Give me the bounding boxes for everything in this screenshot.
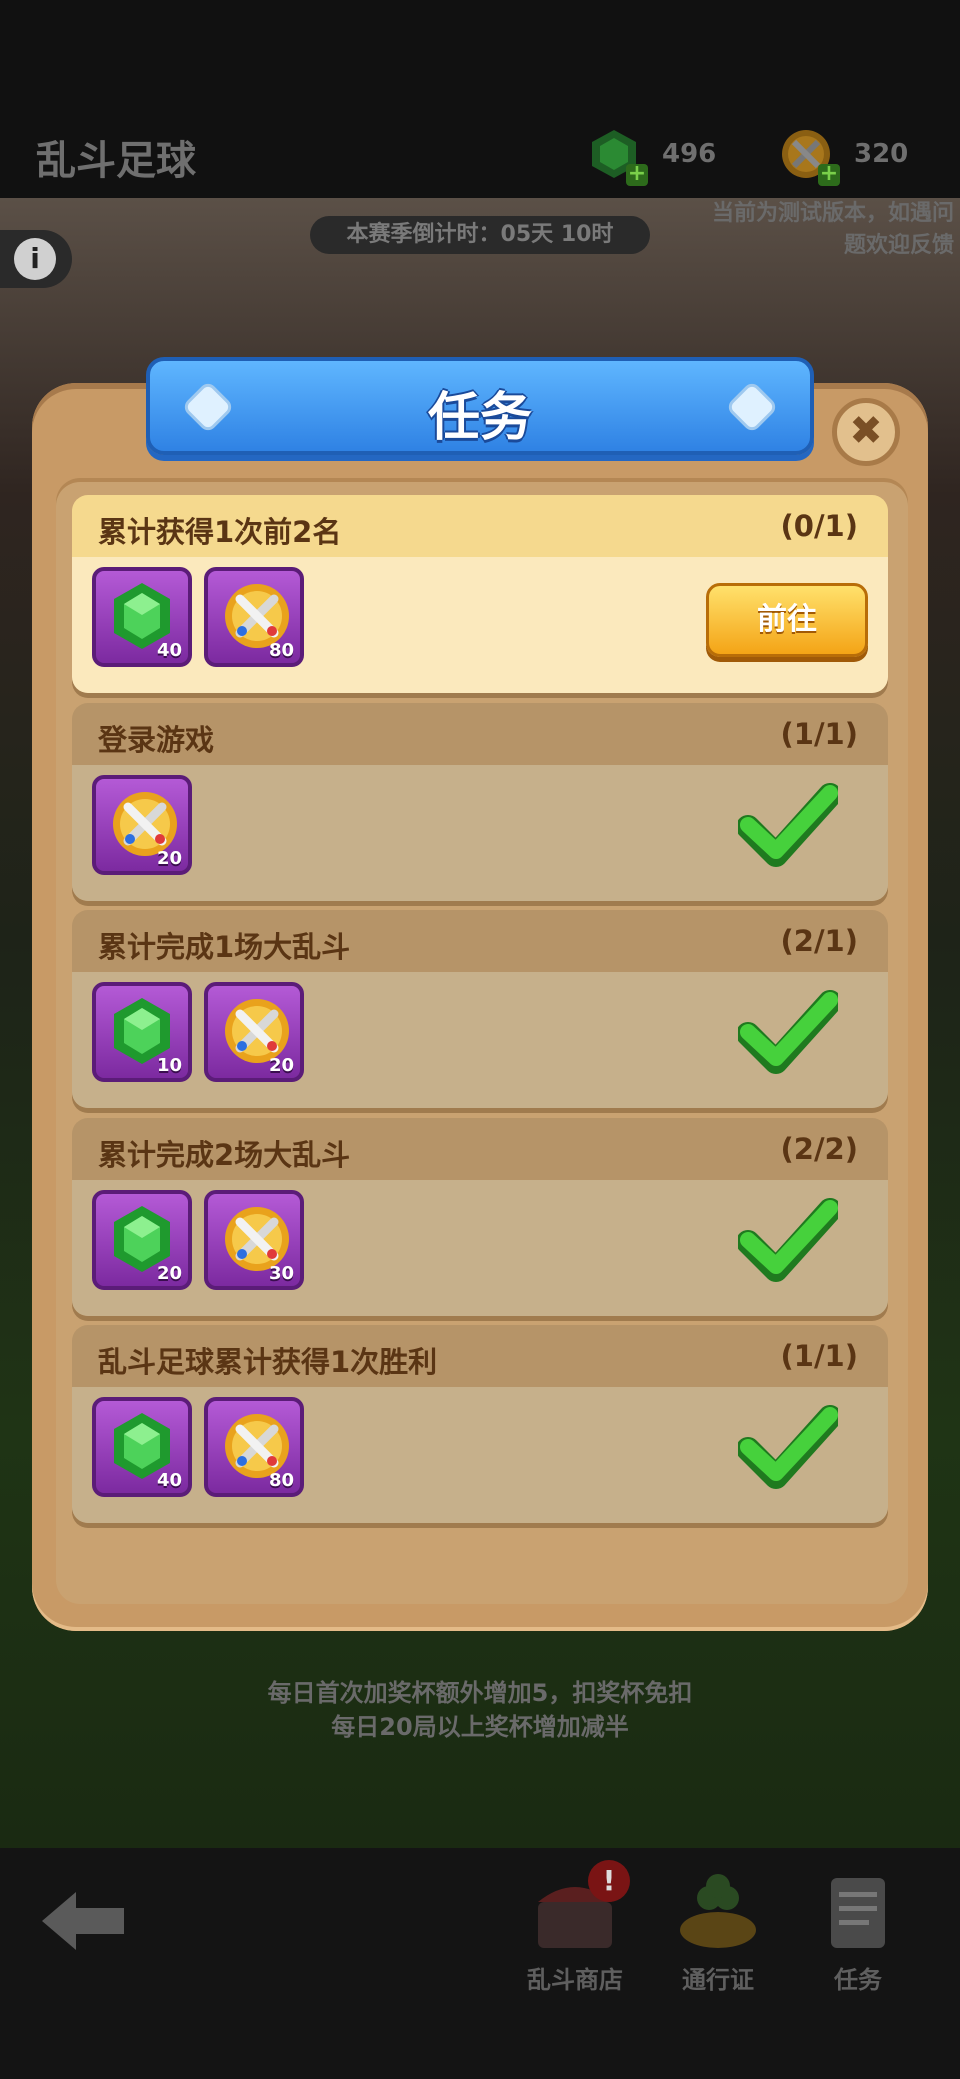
task-header: 登录游戏 (1/1): [72, 703, 888, 765]
task-rewards: 20 30: [72, 1180, 888, 1316]
season-countdown: 本赛季倒计时：05天 10时: [310, 216, 650, 254]
add-trophies-icon[interactable]: +: [818, 163, 840, 186]
task-clipboard-icon: [813, 1872, 903, 1952]
modal-title: 任务: [427, 388, 532, 448]
top-bar: 乱斗足球 + 496 + 320: [0, 0, 960, 198]
bonus-rule-1: 每日首次加奖杯额外增加5，扣奖杯免扣: [267, 1679, 693, 1707]
trophy-count: 320: [854, 139, 909, 169]
go-button[interactable]: 前往: [706, 583, 868, 657]
task-rewards: 40 80: [72, 1387, 888, 1523]
close-button[interactable]: ✖: [832, 398, 900, 466]
completed-check-icon: [736, 1405, 842, 1493]
task-progress: (0/1): [780, 509, 858, 543]
completed-check-icon: [736, 783, 842, 871]
task-card: 乱斗足球累计获得1次胜利 (1/1) 40 80: [72, 1325, 888, 1523]
test-version-note: 当前为测试版本，如遇问题欢迎反馈: [711, 201, 954, 258]
task-card: 登录游戏 (1/1) 20: [72, 703, 888, 901]
game-title: 乱斗足球: [36, 138, 196, 184]
task-name: 累计获得1次前2名: [98, 515, 342, 549]
shop-icon: !: [530, 1860, 630, 1952]
nav-shop-label: 乱斗商店: [527, 1966, 623, 1994]
task-rewards: 20: [72, 765, 888, 901]
gem-icon: +: [588, 128, 648, 186]
reward-amount: 20: [156, 1263, 182, 1284]
reward-amount: 80: [268, 640, 294, 661]
modal-header: 任务: [146, 357, 814, 455]
nav-tasks-label: 任务: [834, 1966, 882, 1994]
reward-amount: 80: [268, 1470, 294, 1491]
reward-gem: 40: [92, 1397, 192, 1497]
reward-amount: 10: [156, 1055, 182, 1076]
trophy-coin-icon: +: [780, 128, 840, 186]
reward-trophy: 80: [204, 567, 304, 667]
task-name: 登录游戏: [98, 723, 215, 757]
nav-shop[interactable]: ! 乱斗商店: [505, 1860, 645, 1995]
nav-pass[interactable]: 通行证: [648, 1872, 788, 1995]
bonus-rule-2: 每日20局以上奖杯增加减半: [331, 1713, 629, 1741]
shop-alert-badge: !: [588, 1860, 630, 1902]
gem-counter[interactable]: + 496: [588, 128, 717, 186]
completed-check-icon: [736, 1198, 842, 1286]
reward-trophy: 30: [204, 1190, 304, 1290]
reward-amount: 40: [156, 1470, 182, 1491]
gem-count: 496: [662, 139, 717, 169]
bonus-rules: 每日首次加奖杯额外增加5，扣奖杯免扣 每日20局以上奖杯增加减半: [0, 1676, 960, 1744]
add-gems-icon[interactable]: +: [626, 163, 648, 186]
task-header: 累计完成2场大乱斗 (2/2): [72, 1118, 888, 1180]
reward-trophy: 20: [92, 775, 192, 875]
nav-tasks[interactable]: 任务: [788, 1872, 928, 1995]
task-progress: (1/1): [780, 717, 858, 751]
task-name: 累计完成1场大乱斗: [98, 930, 351, 964]
nav-pass-label: 通行证: [682, 1966, 754, 1994]
reward-amount: 30: [268, 1263, 294, 1284]
task-rewards: 40 80 前往: [72, 557, 888, 693]
reward-amount: 20: [268, 1055, 294, 1076]
reward-trophy: 80: [204, 1397, 304, 1497]
task-card: 累计获得1次前2名 (0/1) 40 80 前往: [72, 495, 888, 693]
back-button[interactable]: [38, 1888, 128, 1954]
trophy-counter[interactable]: + 320: [780, 128, 909, 186]
reward-trophy: 20: [204, 982, 304, 1082]
task-card: 累计完成1场大乱斗 (2/1) 10 20: [72, 910, 888, 1108]
reward-amount: 20: [156, 848, 182, 869]
task-header: 累计完成1场大乱斗 (2/1): [72, 910, 888, 972]
task-name: 乱斗足球累计获得1次胜利: [98, 1345, 438, 1379]
info-button[interactable]: i: [0, 230, 72, 288]
task-name: 累计完成2场大乱斗: [98, 1138, 351, 1172]
reward-amount: 40: [156, 640, 182, 661]
reward-gem: 20: [92, 1190, 192, 1290]
task-rewards: 10 20: [72, 972, 888, 1108]
task-progress: (1/1): [780, 1339, 858, 1373]
clover-pot-icon: [673, 1872, 763, 1952]
task-header: 累计获得1次前2名 (0/1): [72, 495, 888, 557]
task-card: 累计完成2场大乱斗 (2/2) 20 30: [72, 1118, 888, 1316]
completed-check-icon: [736, 990, 842, 1078]
reward-gem: 10: [92, 982, 192, 1082]
task-progress: (2/1): [780, 924, 858, 958]
info-icon: i: [14, 238, 56, 280]
task-progress: (2/2): [780, 1132, 858, 1166]
back-arrow-icon: [42, 1892, 124, 1950]
task-header: 乱斗足球累计获得1次胜利 (1/1): [72, 1325, 888, 1387]
reward-gem: 40: [92, 567, 192, 667]
